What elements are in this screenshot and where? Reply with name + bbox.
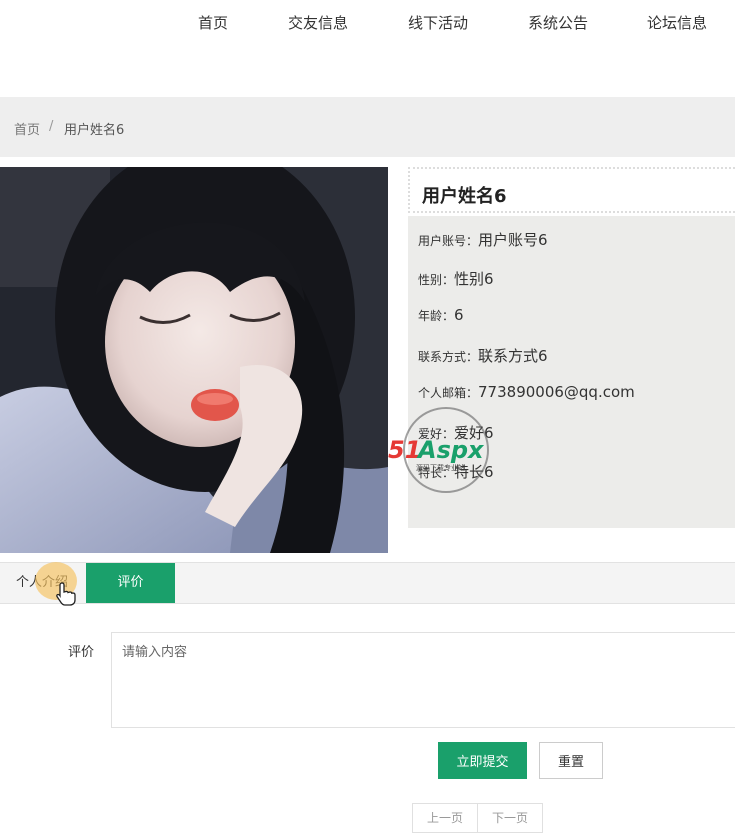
tab-review[interactable]: 评价: [86, 563, 175, 603]
profile-name-box: 用户姓名6: [408, 167, 735, 213]
detail-label: 特长：: [418, 466, 455, 480]
detail-label: 年龄：: [418, 309, 455, 323]
detail-value: 特长6: [454, 463, 494, 481]
prev-page-button[interactable]: 上一页: [413, 804, 479, 832]
detail-row-gender: 性别：性别6: [418, 268, 494, 289]
profile-photo: [0, 167, 388, 553]
breadcrumb-home[interactable]: 首页: [14, 119, 40, 138]
detail-row-email: 个人邮箱：773890006@qq.com: [418, 383, 635, 401]
detail-value: 773890006@qq.com: [478, 383, 635, 401]
profile-name: 用户姓名6: [422, 186, 507, 207]
tab-bar: 个人介绍 评价: [0, 562, 735, 604]
detail-label: 联系方式：: [418, 350, 479, 364]
nav-item-offline-activities[interactable]: 线下活动: [408, 12, 468, 33]
nav-item-forum[interactable]: 论坛信息: [647, 12, 707, 33]
detail-row-account: 用户账号：用户账号6: [418, 229, 548, 250]
detail-row-contact: 联系方式：联系方式6: [418, 345, 548, 366]
nav-item-announcements[interactable]: 系统公告: [528, 12, 588, 33]
detail-row-age: 年龄：6: [418, 306, 464, 324]
nav-item-home[interactable]: 首页: [198, 12, 228, 33]
profile-details: 用户账号：用户账号6 性别：性别6 年龄：6 联系方式：联系方式6 个人邮箱：7…: [408, 216, 735, 528]
submit-button[interactable]: 立即提交: [438, 742, 527, 779]
profile-photo-illustration: [0, 167, 388, 553]
breadcrumb-current: 用户姓名6: [64, 123, 125, 138]
detail-label: 爱好：: [418, 427, 455, 441]
breadcrumb: 首页 / 用户姓名6: [0, 97, 735, 157]
detail-label: 性别：: [418, 273, 455, 287]
reset-button[interactable]: 重置: [539, 742, 603, 779]
detail-label: 个人邮箱：: [418, 386, 479, 400]
detail-value: 联系方式6: [478, 347, 548, 365]
next-page-button[interactable]: 下一页: [478, 804, 542, 832]
detail-row-hobby: 爱好：爱好6: [418, 422, 494, 443]
detail-value: 爱好6: [454, 424, 494, 442]
review-label: 评价: [68, 645, 95, 660]
pagination: 上一页 下一页: [412, 803, 544, 833]
nav-item-dating-info[interactable]: 交友信息: [288, 12, 348, 33]
tab-intro[interactable]: 个人介绍: [0, 563, 84, 603]
detail-value: 用户账号6: [478, 231, 548, 249]
detail-value: 6: [454, 306, 464, 324]
detail-value: 性别6: [454, 270, 494, 288]
review-textarea[interactable]: [111, 632, 735, 728]
top-nav: 首页 交友信息 线下活动 系统公告 论坛信息: [0, 0, 735, 45]
detail-label: 用户账号：: [418, 234, 479, 248]
detail-row-specialty: 特长：特长6: [418, 461, 494, 482]
breadcrumb-separator: /: [49, 119, 54, 134]
